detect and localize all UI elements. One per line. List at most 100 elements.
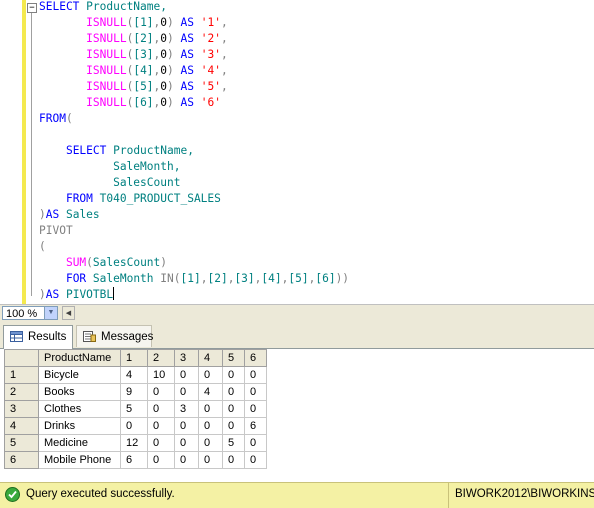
grid-cell[interactable]: Bicycle [38,366,121,384]
grid-cell[interactable]: 0 [198,434,223,452]
column-header-1[interactable]: 1 [120,349,148,367]
grid-cell[interactable]: 0 [198,400,223,418]
code-line[interactable]: ISNULL([2],0) AS '2', [39,32,228,45]
code-token: '2' [200,32,221,45]
code-line[interactable]: FROM T040_PRODUCT_SALES [39,192,221,205]
column-header-6[interactable]: 6 [244,349,267,367]
table-row[interactable]: 2 Books 9 0 0 4 0 0 [4,383,267,401]
code-line[interactable]: ISNULL([3],0) AS '3', [39,48,228,61]
code-token: SaleMonth [86,272,161,285]
grid-cell[interactable]: 4 [198,383,223,401]
row-number[interactable]: 4 [4,417,39,435]
grid-cell[interactable]: 0 [244,383,267,401]
grid-cell[interactable]: 0 [120,417,148,435]
sql-code[interactable]: SELECT ProductName, ISNULL([1],0) AS '1'… [39,0,349,303]
grid-cell[interactable]: 0 [244,434,267,452]
grid-cell[interactable]: 0 [174,383,199,401]
grid-cell[interactable]: 0 [222,400,245,418]
code-line[interactable]: ISNULL([5],0) AS '5', [39,80,228,93]
code-line[interactable]: SELECT ProductName, [39,144,194,157]
code-line[interactable]: )AS PIVOTBL [39,287,115,301]
code-line[interactable]: ISNULL([4],0) AS '4', [39,64,228,77]
grid-cell[interactable]: 0 [174,434,199,452]
scroll-left-arrow-icon[interactable]: ◀ [62,306,75,320]
grid-cell[interactable]: 0 [198,417,223,435]
query-editor[interactable]: − SELECT ProductName, ISNULL([1],0) AS '… [0,0,594,304]
table-row[interactable]: 1 Bicycle 4 10 0 0 0 0 [4,366,267,384]
grid-cell[interactable]: 0 [198,451,223,469]
tab-messages[interactable]: Messages [76,325,153,347]
column-header-3[interactable]: 3 [174,349,199,367]
grid-cell[interactable]: Mobile Phone [38,451,121,469]
grid-cell[interactable]: 0 [174,366,199,384]
code-line[interactable]: SELECT ProductName, [39,0,167,13]
code-line[interactable]: PIVOT [39,224,73,237]
grid-cell[interactable]: 0 [174,417,199,435]
editor-zoom-bar: 100 % ▼ ◀ [0,304,594,322]
code-line[interactable]: ( [39,240,46,253]
grid-cell[interactable]: 0 [147,400,175,418]
grid-cell[interactable]: 0 [147,417,175,435]
grid-cell[interactable]: 0 [222,451,245,469]
grid-cell[interactable]: 4 [120,366,148,384]
grid-cell[interactable]: 6 [120,451,148,469]
grid-cell[interactable]: Medicine [38,434,121,452]
code-line[interactable]: ISNULL([6],0) AS '6' [39,96,221,109]
code-token: '4' [200,64,221,77]
grid-cell[interactable]: 0 [222,366,245,384]
code-line[interactable]: FROM( [39,112,73,125]
chevron-down-icon[interactable]: ▼ [44,307,57,319]
results-grid[interactable]: ProductName 1 2 3 4 5 6 1 Bicycle 4 10 0… [4,349,267,469]
grid-cell[interactable]: 5 [120,400,148,418]
code-token: ) [167,80,174,93]
grid-cell[interactable]: 0 [222,417,245,435]
row-number[interactable]: 2 [4,383,39,401]
row-number[interactable]: 5 [4,434,39,452]
results-grid-area[interactable]: ProductName 1 2 3 4 5 6 1 Bicycle 4 10 0… [0,349,594,482]
grid-cell[interactable]: 0 [147,451,175,469]
table-row[interactable]: 6 Mobile Phone 6 0 0 0 0 0 [4,451,267,469]
code-line[interactable]: )AS Sales [39,208,100,221]
table-row[interactable]: 3 Clothes 5 0 3 0 0 0 [4,400,267,418]
grid-cell[interactable]: 0 [222,383,245,401]
column-header-4[interactable]: 4 [198,349,223,367]
code-line[interactable]: SUM(SalesCount) [39,256,167,269]
grid-cell[interactable]: 9 [120,383,148,401]
grid-cell[interactable]: 0 [174,451,199,469]
code-line[interactable]: FOR SaleMonth IN([1],[2],[3],[4],[5],[6]… [39,272,349,285]
grid-cell[interactable]: Books [38,383,121,401]
column-header-2[interactable]: 2 [147,349,175,367]
grid-cell[interactable]: 10 [147,366,175,384]
grid-cell[interactable]: 3 [174,400,199,418]
code-line[interactable]: SalesCount [39,176,180,189]
column-header-productname[interactable]: ProductName [38,349,121,367]
grid-cell[interactable]: Drinks [38,417,121,435]
row-number[interactable]: 6 [4,451,39,469]
code-line[interactable]: ISNULL([1],0) AS '1', [39,16,228,29]
code-token: ) [167,32,174,45]
zoom-dropdown[interactable]: 100 % ▼ [2,306,58,320]
grid-cell[interactable]: 0 [147,383,175,401]
code-token: PIVOT [39,224,73,237]
table-row[interactable]: 5 Medicine 12 0 0 0 5 0 [4,434,267,452]
collapse-outline-icon[interactable]: − [27,3,37,13]
grid-cell[interactable]: 0 [244,451,267,469]
code-token: AS [45,208,60,221]
row-number[interactable]: 3 [4,400,39,418]
grid-cell[interactable]: 0 [244,366,267,384]
tab-results[interactable]: Results [3,325,73,349]
table-row[interactable]: 4 Drinks 0 0 0 0 0 6 [4,417,267,435]
code-line[interactable]: SaleMonth, [39,160,180,173]
grid-corner[interactable] [4,349,39,367]
grid-cell[interactable]: Clothes [38,400,121,418]
row-number[interactable]: 1 [4,366,39,384]
grid-cell[interactable]: 5 [222,434,245,452]
grid-cell[interactable]: 0 [198,366,223,384]
column-header-5[interactable]: 5 [222,349,245,367]
grid-cell[interactable]: 6 [244,417,267,435]
grid-cell[interactable]: 0 [244,400,267,418]
code-token: AS [173,80,201,93]
grid-cell[interactable]: 0 [147,434,175,452]
grid-cell[interactable]: 12 [120,434,148,452]
